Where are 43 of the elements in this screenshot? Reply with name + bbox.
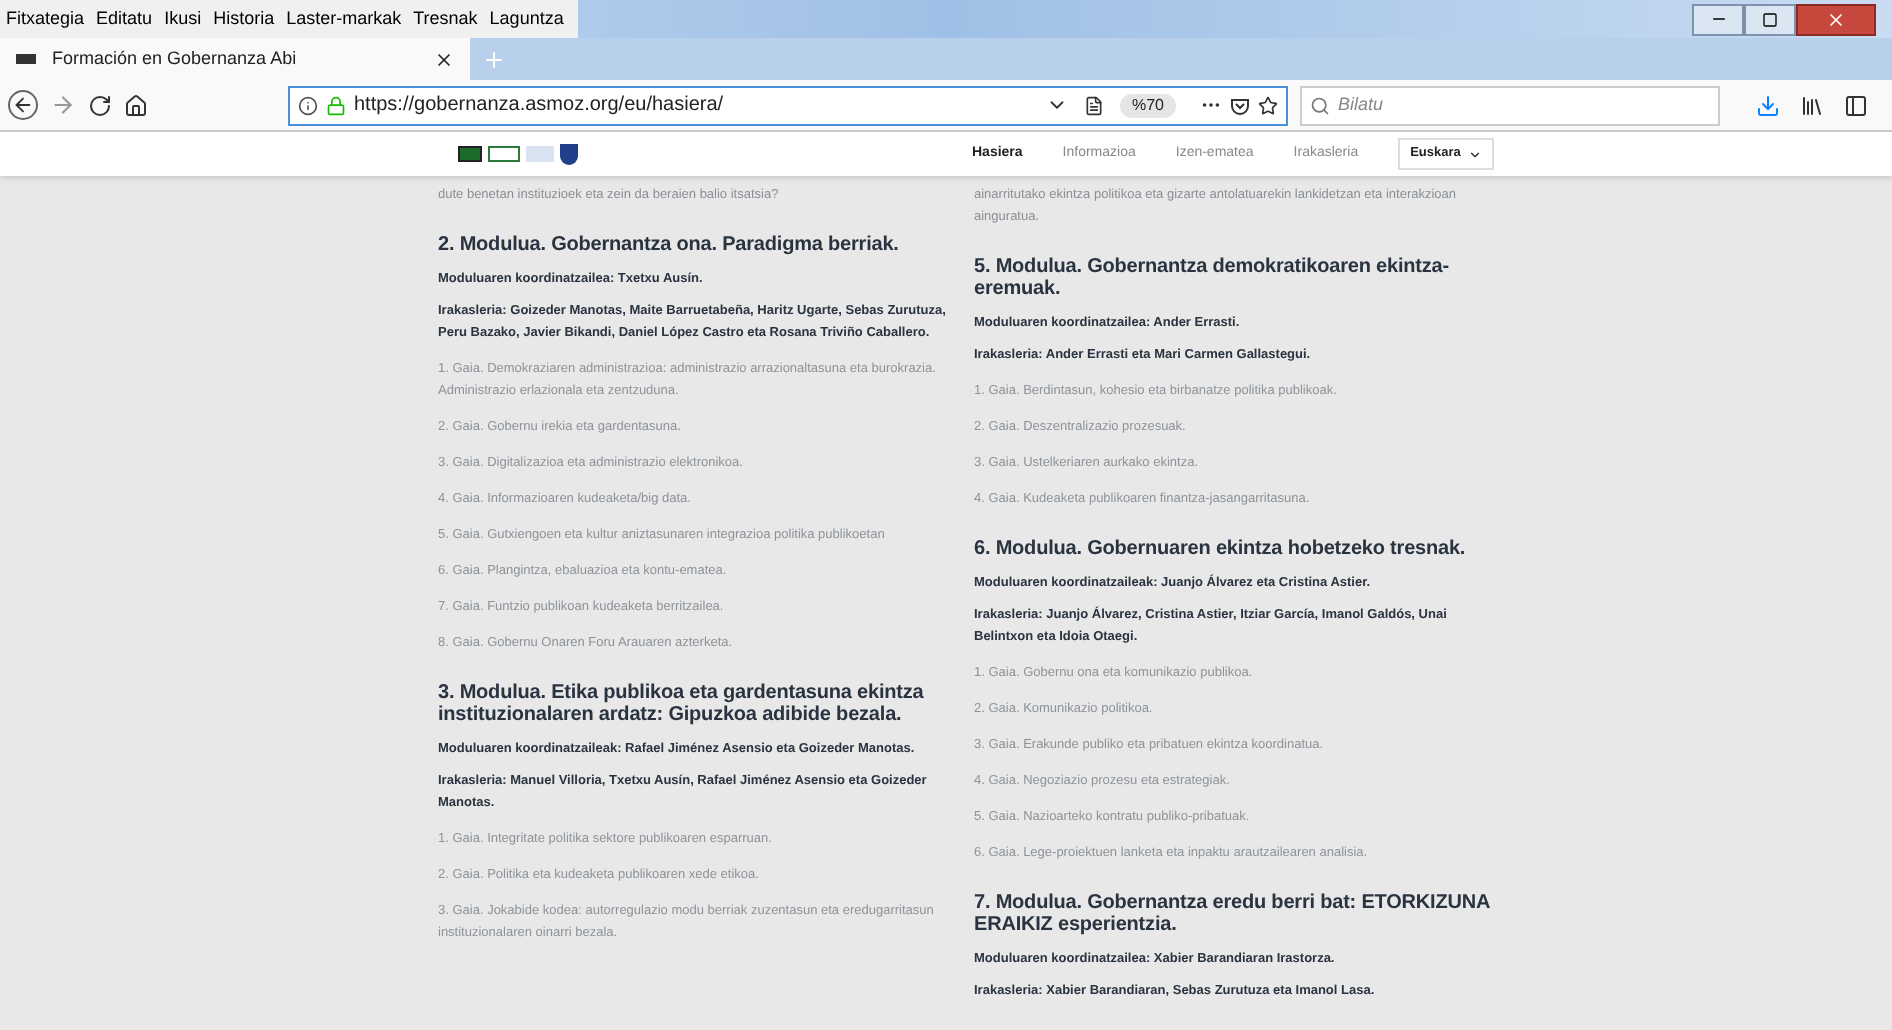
lock-icon	[326, 95, 346, 116]
url-text: https://gobernanza.asmoz.org/eu/hasiera/	[354, 92, 726, 121]
search-input[interactable]: Bilatu	[1338, 91, 1710, 119]
search-icon	[1310, 95, 1330, 116]
sidebar-icon[interactable]	[1844, 93, 1868, 118]
library-icon[interactable]	[1800, 93, 1824, 118]
home-icon[interactable]	[124, 93, 148, 118]
forward-icon[interactable]	[50, 92, 76, 119]
tab-title: Formación en Gobernanza Abi	[52, 46, 299, 72]
module-heading: 2. Modulua. Gobernantza ona. Paradigma berriak.	[438, 234, 901, 256]
logo-icon	[458, 146, 482, 162]
menu-item[interactable]: Laster-markak	[280, 5, 408, 33]
logo-icon	[488, 146, 520, 162]
maximize-icon	[1762, 11, 1778, 28]
close-icon[interactable]	[434, 49, 454, 70]
module-heading: 7. Modulua. Gobernantza eredu berri bat: ETORKIZUNA ERAIKIZ esperientzia.	[974, 892, 1490, 936]
menu-item[interactable]: Ikusi	[158, 5, 208, 33]
maximize-button[interactable]	[1744, 3, 1796, 36]
module-heading: 5. Modulua. Gobernantza demokratikoaren ekintza-eremuak.	[974, 256, 1451, 300]
info-icon[interactable]	[298, 95, 318, 116]
close-button[interactable]	[1796, 3, 1876, 36]
browser-tab[interactable]: Formación en Gobernanza Abi	[0, 38, 470, 81]
search-field[interactable]: Bilatu	[1300, 85, 1720, 126]
menu-item[interactable]: Tresnak	[407, 5, 484, 33]
shield-icon	[560, 143, 578, 165]
menu-item[interactable]: Historia	[207, 5, 281, 33]
reload-icon[interactable]	[88, 93, 112, 118]
back-icon[interactable]	[8, 90, 38, 121]
module-heading: 3. Modulua. Etika publikoa eta gardentasuna ekintza instituzionalaren ardatz: Gipuzkoa adibide bezala.	[438, 682, 926, 726]
pocket-icon[interactable]	[1230, 95, 1250, 116]
menu-item[interactable]: Editatu	[90, 5, 159, 33]
star-icon[interactable]	[1258, 95, 1278, 116]
menu-item[interactable]: Fitxategia	[0, 5, 91, 33]
menu-item[interactable]: Laguntza	[483, 5, 570, 33]
zoom-badge[interactable]: %70	[1119, 93, 1176, 118]
download-icon[interactable]	[1756, 93, 1780, 118]
address-bar[interactable]: https://gobernanza.asmoz.org/eu/hasiera/ %70	[288, 85, 1288, 126]
close-icon	[1826, 9, 1846, 30]
module-heading: 6. Modulua. Gobernuaren ekintza hobetzeko tresnak.	[974, 538, 1468, 560]
reader-view-icon[interactable]	[1083, 95, 1104, 116]
site-favicon-icon	[16, 54, 36, 65]
caret-icon	[1468, 147, 1483, 161]
logo-icon	[526, 146, 554, 162]
